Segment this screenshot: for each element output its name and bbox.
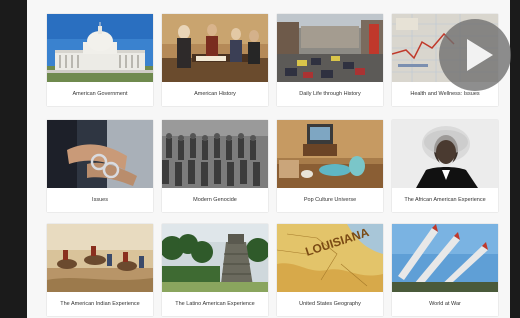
missiles-image	[392, 224, 498, 292]
tile-us-geography[interactable]: LOUISIANA United States Geography	[277, 224, 383, 316]
tile-latino-american[interactable]: The Latino American Experience	[162, 224, 268, 316]
play-icon	[467, 39, 493, 71]
play-button[interactable]	[439, 19, 511, 91]
handcuffs-image	[47, 120, 153, 188]
tile-caption: Issues	[92, 197, 108, 203]
us-capitol-image	[47, 14, 153, 82]
retro-room-image	[277, 120, 383, 188]
tile-caption: World at War	[429, 301, 461, 307]
tile-american-government[interactable]: American Government	[47, 14, 153, 106]
tile-american-history[interactable]: American History	[162, 14, 268, 106]
tile-caption: American History	[194, 91, 236, 97]
tile-caption: The African American Experience	[404, 197, 486, 203]
mayan-pyramid-image	[162, 224, 268, 292]
tile-modern-genocide[interactable]: Modern Genocide	[162, 120, 268, 212]
tile-caption: The Latino American Experience	[175, 301, 255, 307]
database-grid: American Government American History Dai…	[27, 0, 510, 318]
tile-caption: American Government	[72, 91, 128, 97]
video-frame: American Government American History Dai…	[0, 0, 520, 318]
tile-world-at-war[interactable]: World at War	[392, 224, 498, 316]
battle-painting-image	[47, 224, 153, 292]
louisiana-map-image: LOUISIANA	[277, 224, 383, 292]
tile-caption: United States Geography	[299, 301, 361, 307]
tile-daily-life[interactable]: Daily Life through History	[277, 14, 383, 106]
tile-caption: Daily Life through History	[299, 91, 361, 97]
tile-american-indian[interactable]: The American Indian Experience	[47, 224, 153, 316]
tile-issues[interactable]: Issues	[47, 120, 153, 212]
city-street-image	[277, 14, 383, 82]
history-painting-image	[162, 14, 268, 82]
tile-pop-culture[interactable]: Pop Culture Universe	[277, 120, 383, 212]
soldiers-marching-image	[162, 120, 268, 188]
tile-caption: Pop Culture Universe	[303, 197, 357, 203]
tile-caption: The American Indian Experience	[60, 301, 140, 307]
tile-caption: Modern Genocide	[193, 197, 237, 203]
tile-african-american[interactable]: The African American Experience	[392, 120, 498, 212]
portrait-image	[392, 120, 498, 188]
